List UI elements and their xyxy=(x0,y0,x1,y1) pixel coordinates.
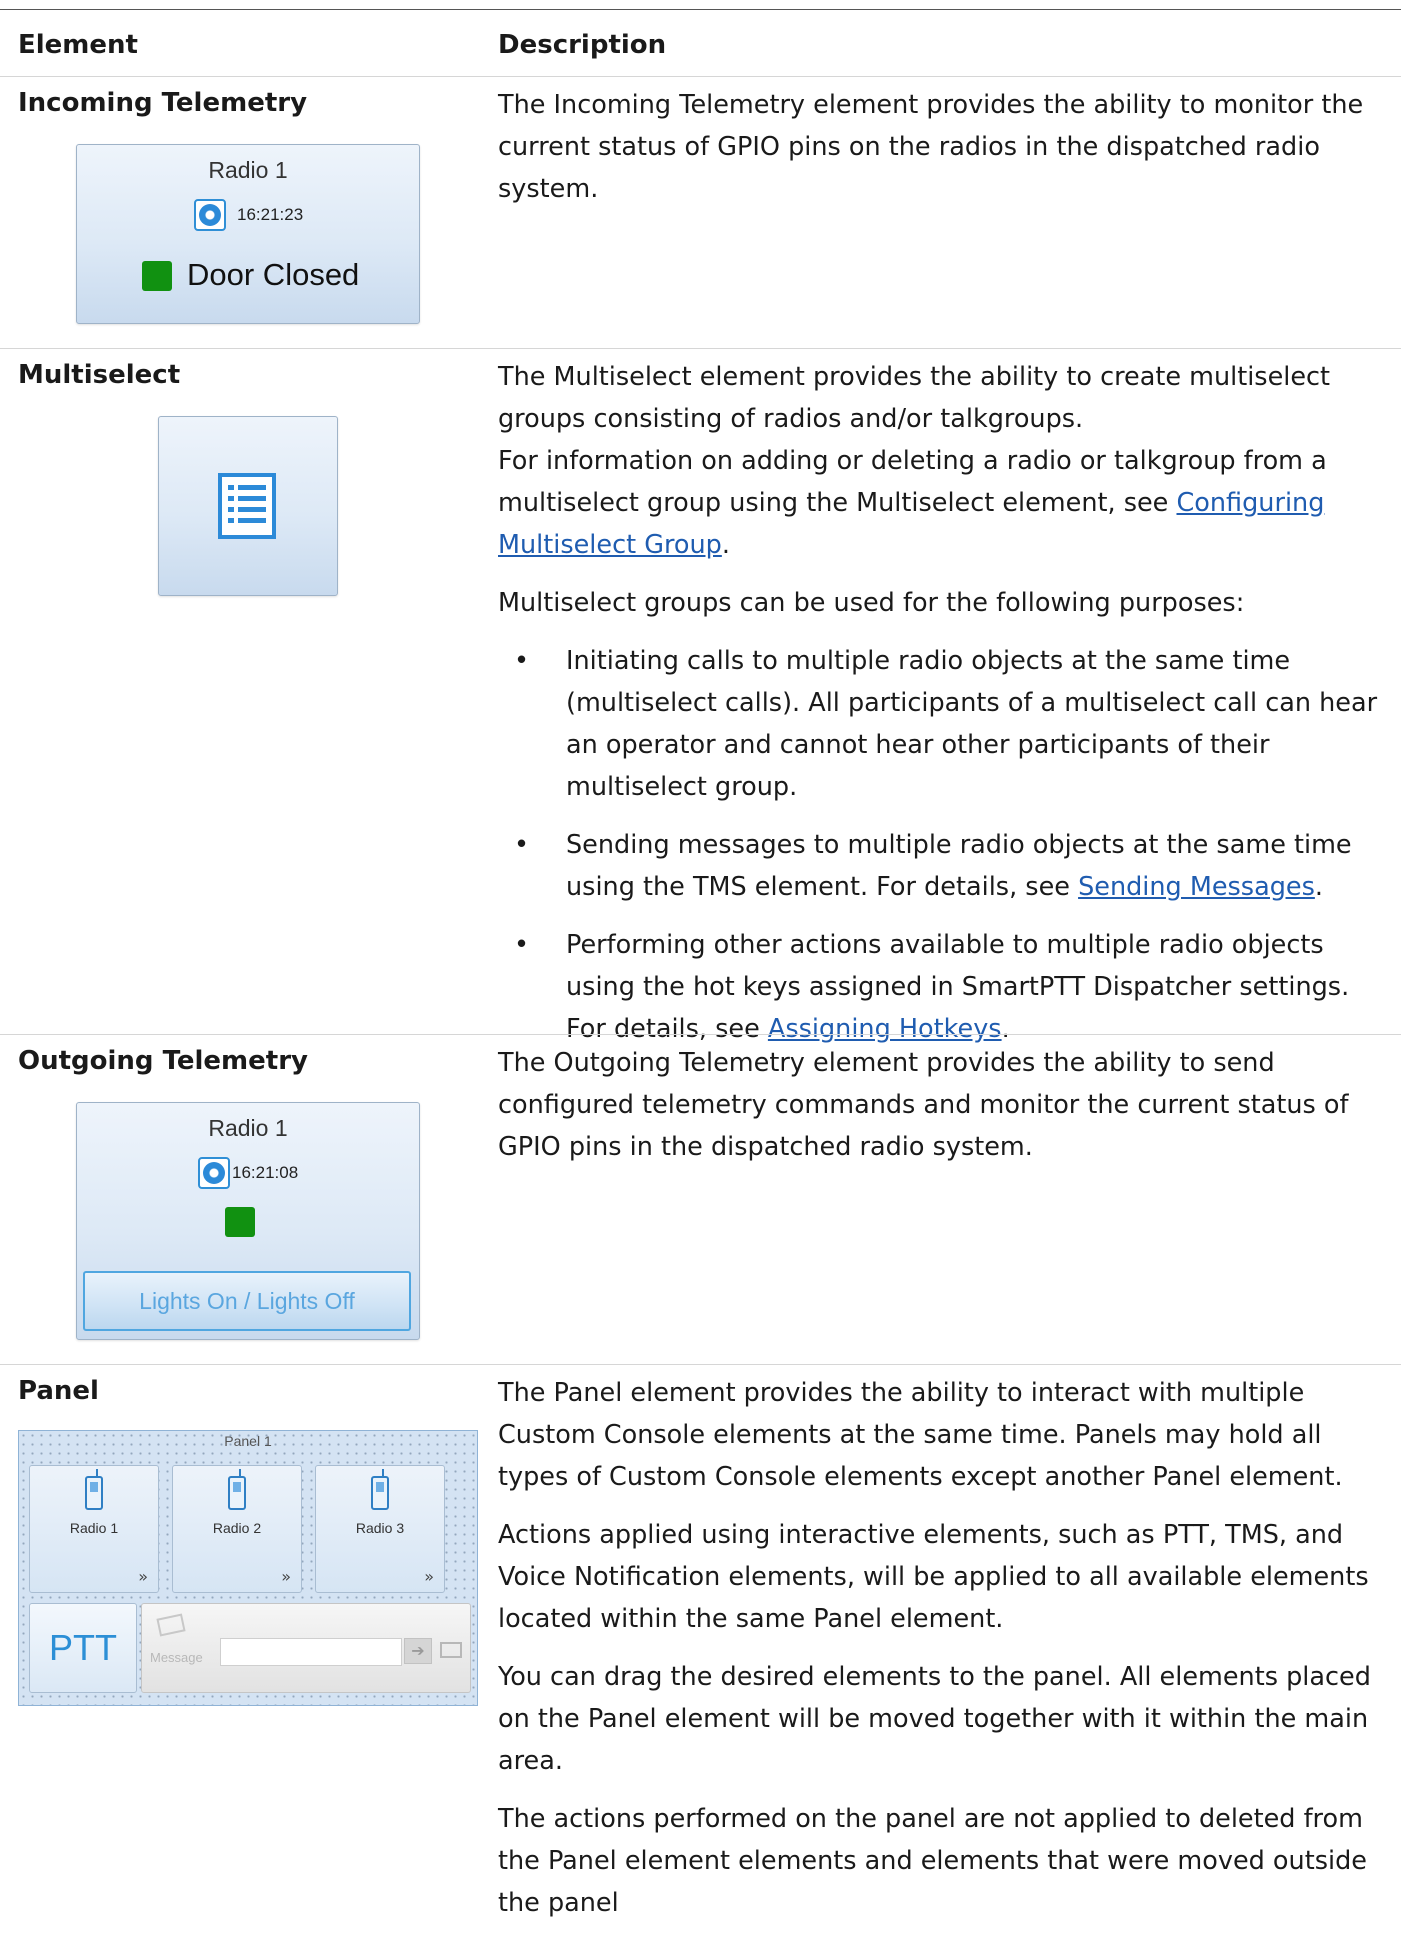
column-header-element: Element xyxy=(18,30,138,60)
ptt-button[interactable]: PTT xyxy=(29,1603,137,1693)
message-box: Message ➔ xyxy=(141,1603,471,1693)
radio-name: Radio 1 xyxy=(208,157,288,183)
status-time: 16:21:08 xyxy=(232,1163,299,1182)
description-text: The Multiselect element provides the abi… xyxy=(498,362,1331,434)
message-label: Message xyxy=(150,1650,203,1665)
panel-radio-tile[interactable]: Radio 2 » xyxy=(172,1465,302,1593)
expand-chevron-icon[interactable]: » xyxy=(281,1567,291,1586)
description-panel: The Panel element provides the ability t… xyxy=(498,1372,1388,1940)
element-name-outgoing-telemetry: Outgoing Telemetry xyxy=(18,1046,308,1076)
bullet-icon: • xyxy=(514,830,530,860)
telemetry-command-button[interactable]: Lights On / Lights Off xyxy=(83,1271,411,1331)
radio-label: Radio 1 xyxy=(69,1520,119,1536)
panel-title: Panel 1 xyxy=(224,1433,272,1449)
description-text: Multiselect groups can be used for the f… xyxy=(498,588,1245,618)
link-assigning-hotkeys[interactable]: Assigning Hotkeys xyxy=(768,1014,1002,1044)
bullet-icon: • xyxy=(514,930,530,960)
column-header-description: Description xyxy=(498,30,667,60)
description-text: The Outgoing Telemetry element provides … xyxy=(498,1048,1349,1162)
row-separator xyxy=(0,1034,1401,1035)
panel-widget[interactable]: Panel 1 Radio 1 » Radio 2 » Radio 3 » PT… xyxy=(18,1430,478,1706)
status-time: 16:21:23 xyxy=(237,205,304,224)
status-label: Door Closed xyxy=(187,257,360,292)
status-led-icon xyxy=(225,1207,255,1237)
radio-icon xyxy=(228,1469,246,1510)
element-name-multiselect: Multiselect xyxy=(18,360,181,390)
bullet-icon: • xyxy=(514,646,530,676)
list-icon xyxy=(218,473,276,539)
status-led-icon xyxy=(142,261,172,291)
radio-name: Radio 1 xyxy=(208,1115,288,1141)
header-separator xyxy=(0,76,1401,77)
message-input[interactable] xyxy=(220,1638,402,1666)
description-text: Actions applied using interactive elemen… xyxy=(498,1520,1369,1634)
refresh-icon[interactable] xyxy=(198,1157,230,1189)
radio-icon xyxy=(371,1469,389,1510)
text: . xyxy=(1314,872,1323,902)
multiselect-widget[interactable] xyxy=(158,416,338,596)
description-incoming-telemetry: The Incoming Telemetry element provides … xyxy=(498,84,1388,226)
description-outgoing-telemetry: The Outgoing Telemetry element provides … xyxy=(498,1042,1388,1184)
description-text: The Panel element provides the ability t… xyxy=(498,1378,1343,1492)
link-sending-messages[interactable]: Sending Messages xyxy=(1078,872,1315,902)
text: Initiating calls to multiple radio objec… xyxy=(566,646,1378,802)
panel-radio-tile[interactable]: Radio 3 » xyxy=(315,1465,445,1593)
list-item: • Initiating calls to multiple radio obje… xyxy=(498,640,1388,808)
send-arrow-icon[interactable]: ➔ xyxy=(404,1638,432,1664)
envelope-icon xyxy=(156,1613,186,1637)
expand-chevron-icon[interactable]: » xyxy=(424,1567,434,1586)
mail-icon[interactable] xyxy=(440,1642,462,1658)
purpose-list: • Initiating calls to multiple radio obje… xyxy=(498,640,1388,1050)
list-item: • Performing other actions available to m… xyxy=(498,924,1388,1050)
description-text: The Incoming Telemetry element provides … xyxy=(498,90,1364,204)
top-rule xyxy=(0,9,1401,10)
panel-radio-tile[interactable]: Radio 1 » xyxy=(29,1465,159,1593)
description-text: You can drag the desired elements to the… xyxy=(498,1662,1371,1776)
row-separator xyxy=(0,1364,1401,1365)
radio-label: Radio 2 xyxy=(212,1520,262,1536)
description-multiselect: The Multiselect element provides the abi… xyxy=(498,356,1388,1066)
radio-icon xyxy=(85,1469,103,1510)
incoming-telemetry-widget[interactable]: Radio 1 16:21:23 Door Closed xyxy=(76,144,420,324)
text: . xyxy=(721,530,730,560)
expand-chevron-icon[interactable]: » xyxy=(138,1567,148,1586)
radio-label: Radio 3 xyxy=(355,1520,405,1536)
refresh-icon[interactable] xyxy=(194,199,226,231)
element-name-incoming-telemetry: Incoming Telemetry xyxy=(18,88,308,118)
text: . xyxy=(1001,1014,1010,1044)
description-text-link: For information on adding or deleting a … xyxy=(498,440,1388,566)
row-separator xyxy=(0,348,1401,349)
list-item: • Sending messages to multiple radio obje… xyxy=(498,824,1388,908)
outgoing-telemetry-widget[interactable]: Radio 1 16:21:08 Lights On / Lights Off xyxy=(76,1102,420,1340)
element-name-panel: Panel xyxy=(18,1376,99,1406)
description-text: The actions performed on the panel are n… xyxy=(498,1804,1367,1918)
